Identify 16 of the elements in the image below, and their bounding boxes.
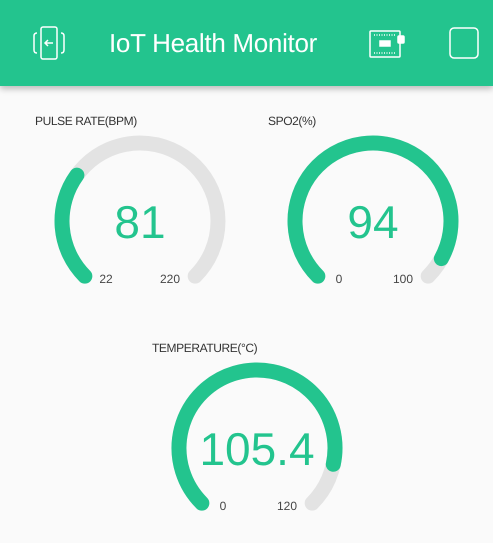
square-icon[interactable] — [449, 27, 479, 59]
gauge-value: 105.4 — [199, 423, 315, 475]
gauge-value: 94 — [347, 196, 399, 248]
gauge-label: SPO2(%) — [268, 114, 317, 128]
gauge-max: 120 — [276, 499, 298, 512]
gauge-label: TEMPERATURE(°C) — [152, 341, 258, 355]
gauge-max: 100 — [392, 272, 414, 285]
gauge-label: PULSE RATE(BPM) — [35, 114, 138, 128]
gauge-max: 220 — [160, 272, 180, 285]
gauge-min: 22 — [99, 272, 113, 285]
app-title: IoT Health Monitor — [109, 28, 318, 58]
gauge-min: 0 — [220, 499, 226, 512]
gauge-value: 81 — [114, 196, 166, 248]
exit-icon[interactable] — [33, 26, 65, 60]
device-board-icon[interactable] — [369, 28, 405, 58]
gauge-min: 0 — [336, 272, 342, 285]
